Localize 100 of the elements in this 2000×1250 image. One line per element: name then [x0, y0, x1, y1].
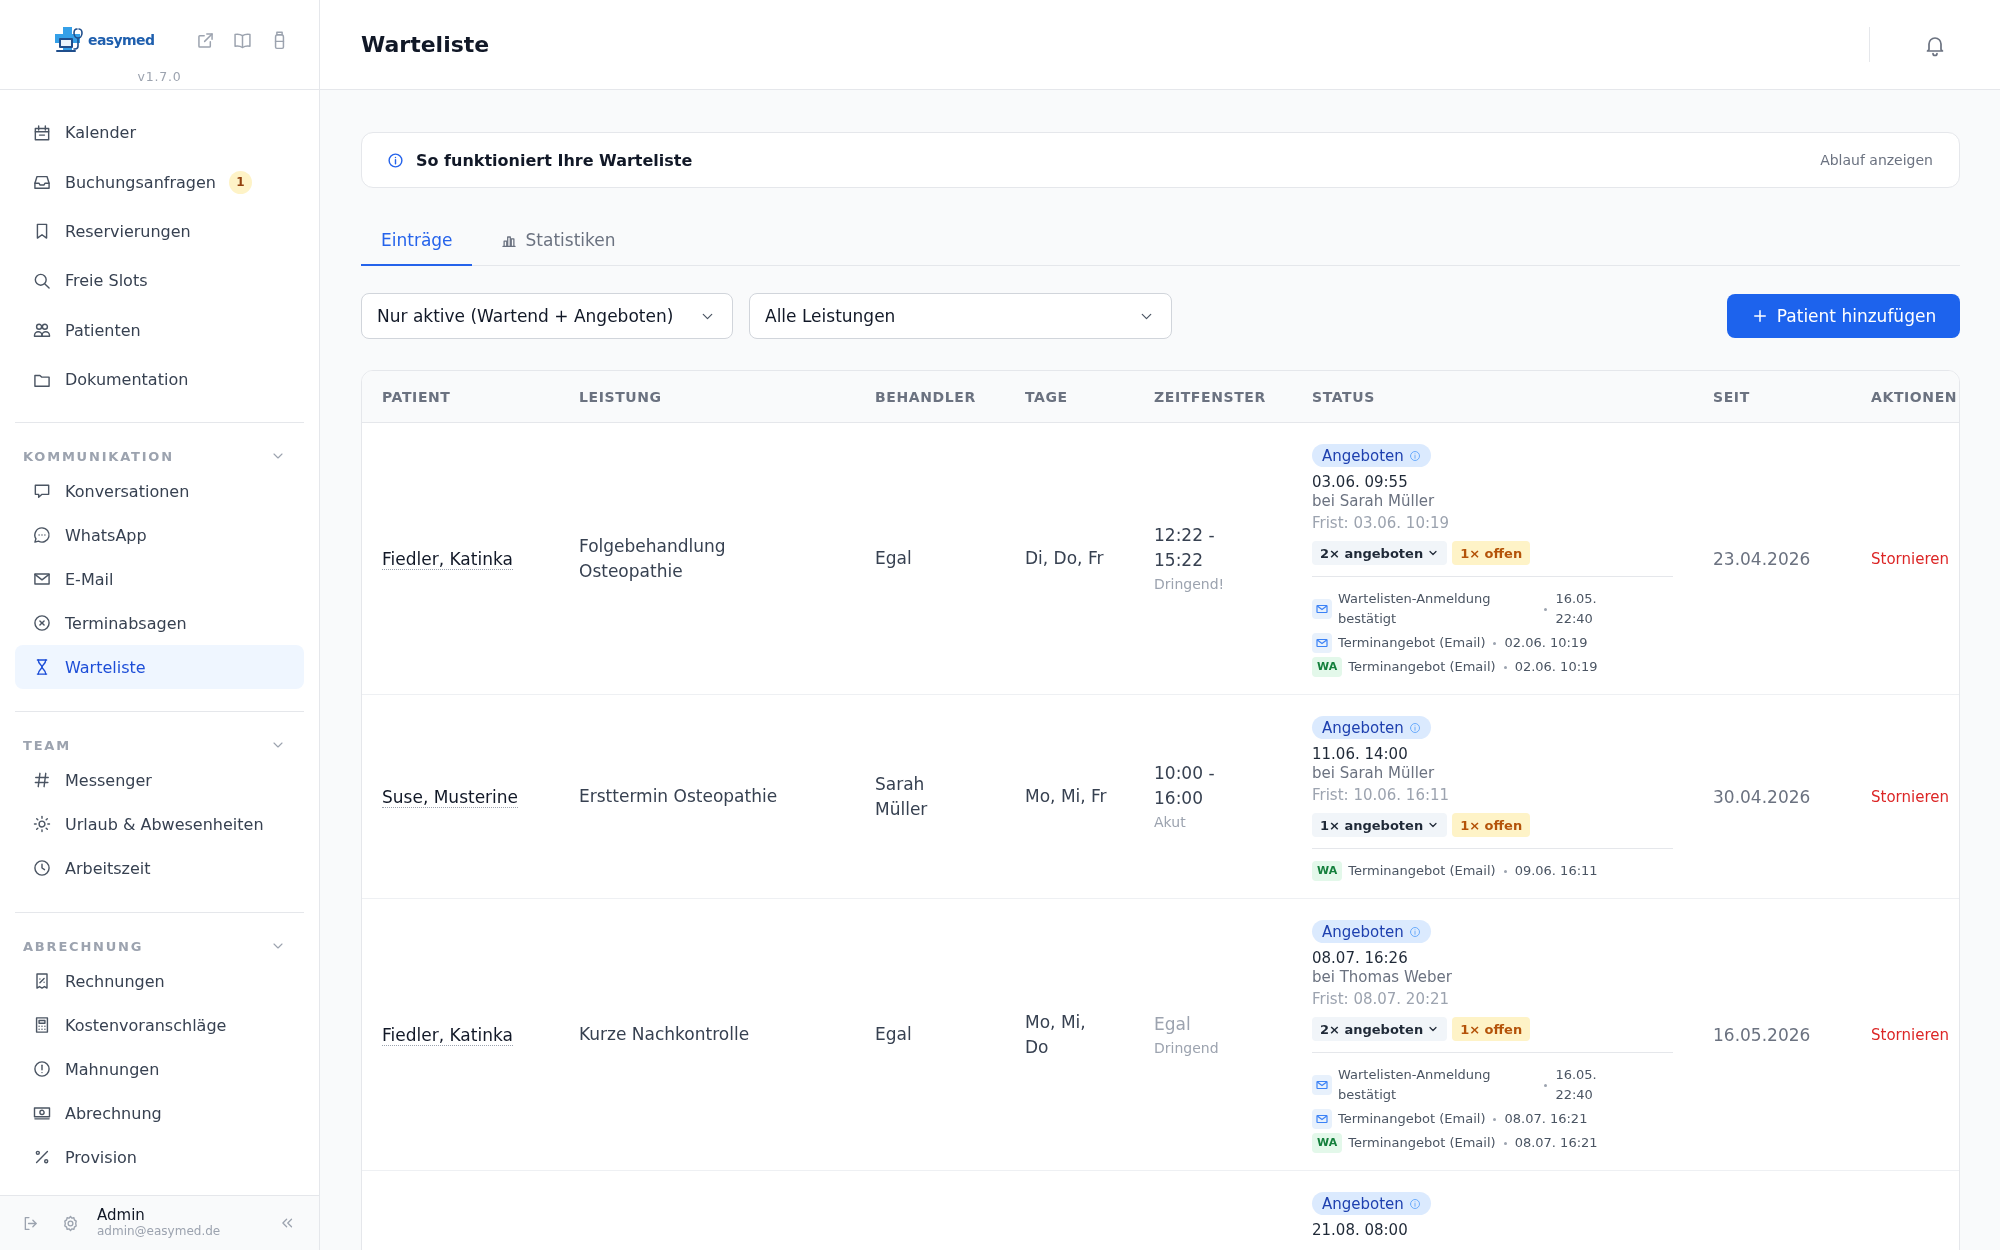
nav-item[interactable]: Arbeitszeit [15, 846, 304, 891]
column-header: BEHANDLER [875, 388, 976, 405]
x-circle-icon [32, 613, 52, 634]
exclamation-circle-icon [32, 1059, 52, 1080]
provider-name: Sarah Müller [875, 772, 929, 821]
open-count: 1× offen [1452, 541, 1531, 565]
section-title: KOMMUNIKATION [23, 448, 174, 464]
nav-item[interactable]: Konversationen [15, 469, 304, 514]
weekdays-text: Mo, Mi, Fr [1025, 785, 1107, 808]
nav-item[interactable]: Warteliste [15, 645, 304, 690]
section-title: TEAM [23, 737, 71, 753]
banner-title: So funktioniert Ihre Warteliste [416, 150, 693, 170]
status-text: Angeboten [1322, 922, 1404, 941]
channel-abbreviation: WA [1312, 657, 1343, 677]
status-text: Angeboten [1322, 446, 1404, 465]
message-time: 02.06. 10:19 [1504, 634, 1588, 652]
message-time: 08.07. 16:21 [1504, 1110, 1588, 1128]
service-name: Kurze Nachkontrolle [579, 1023, 750, 1046]
deadline-text: Frist: 03.06. 10:19 [1312, 514, 1450, 533]
nav-item[interactable]: Reservierungen [15, 206, 304, 257]
chat-dots-icon [32, 525, 52, 546]
column-header: PATIENT [382, 388, 451, 405]
page-title: Warteliste [361, 32, 490, 57]
nav-item[interactable]: WhatsApp [15, 513, 304, 558]
nav-item[interactable]: Buchungsanfragen 1 [15, 157, 304, 207]
status-text: Angeboten [1322, 718, 1404, 737]
nav-item[interactable]: Messenger [15, 758, 304, 803]
column-header: AKTIONEN [1871, 388, 1958, 405]
nav-item[interactable]: Kalender [15, 108, 304, 158]
service-name: Ersttermin Osteopathie [579, 785, 778, 808]
message-text: Wartelisten-Anmeldung bestätigt [1338, 590, 1492, 628]
tab[interactable]: Statistiken [479, 218, 635, 266]
envelope-icon [1312, 633, 1332, 653]
settings-icon[interactable] [61, 1213, 80, 1233]
patient-name[interactable]: Fiedler, Katinka [382, 1024, 513, 1046]
info-icon [1408, 449, 1421, 462]
nav-item[interactable]: Rechnungen [15, 959, 304, 1004]
show-process-link[interactable]: Ablauf anzeigen [1820, 152, 1933, 168]
message-text: Terminangebot (Email) [1348, 1134, 1496, 1152]
user-email: admin@easymed.de [97, 1224, 221, 1239]
info-icon [1408, 925, 1421, 938]
nav-item[interactable]: Terminabsagen [15, 601, 304, 646]
provider-name: Egal [875, 547, 912, 570]
deadline-text: Frist: 08.07. 20:21 [1312, 990, 1450, 1009]
cancel-link[interactable]: Stornieren [1871, 549, 1949, 568]
nav-item[interactable]: Mahnungen [15, 1047, 304, 1092]
calendar-icon [32, 122, 52, 143]
filter-select[interactable]: Alle Leistungen [749, 293, 1172, 339]
open-count: 1× offen [1452, 813, 1531, 837]
column-header: LEISTUNG [579, 388, 662, 405]
column-header: TAGE [1025, 388, 1068, 405]
nav-item[interactable]: Kostenvoranschläge [15, 1003, 304, 1048]
message-text: Terminangebot (Email) [1348, 658, 1496, 676]
cancel-link[interactable]: Stornieren [1871, 1025, 1949, 1044]
weekdays-text: Di, Do, Fr [1025, 547, 1104, 570]
offered-count-button[interactable]: 2× angeboten [1312, 1017, 1448, 1041]
urgency-label: Akut [1154, 813, 1186, 832]
message-time: 02.06. 10:19 [1514, 658, 1598, 676]
offered-count-button[interactable]: 2× angeboten [1312, 541, 1448, 565]
time-window: 10:00 - 16:00 [1154, 761, 1254, 811]
cancel-link[interactable]: Stornieren [1871, 787, 1949, 806]
nav-item[interactable]: Patienten [15, 305, 304, 355]
envelope-icon [1312, 1109, 1332, 1129]
nav-item[interactable]: Freie Slots [15, 256, 304, 306]
message-time: 08.07. 16:21 [1514, 1134, 1598, 1152]
deadline-text: Frist: 10.06. 16:11 [1312, 786, 1450, 805]
info-icon [387, 151, 404, 169]
time-window: 12:22 - 15:22 [1154, 523, 1254, 573]
message-text: Terminangebot (Email) [1348, 862, 1496, 880]
tab[interactable]: Einträge [361, 218, 472, 266]
nav-item[interactable]: Abrechnung [15, 1091, 304, 1136]
patient-name[interactable]: Suse, Musterine [382, 786, 519, 808]
service-name: Folgebehandlung Osteopathie [579, 534, 727, 583]
nav-item[interactable]: Dokumentation [15, 354, 304, 405]
nav-item[interactable]: Provision [15, 1135, 304, 1180]
since-date: 30.04.2026 [1713, 786, 1811, 807]
version-label: v1.7.0 [137, 69, 182, 84]
offer-time: 11.06. 14:00 [1312, 744, 1408, 764]
column-header: ZEITFENSTER [1154, 388, 1266, 405]
status-text: Angeboten [1322, 1194, 1404, 1213]
message-time: 16.05. 22:40 [1555, 590, 1598, 628]
since-date: 16.05.2026 [1713, 1024, 1811, 1045]
offered-count-button[interactable]: 1× angeboten [1312, 813, 1448, 837]
offer-time: 08.07. 16:26 [1312, 948, 1408, 968]
message-time: 16.05. 22:40 [1555, 1066, 1598, 1104]
nav-item[interactable]: E-Mail [15, 557, 304, 602]
nav-item[interactable]: Urlaub & Abwesenheiten [15, 802, 304, 847]
filter-select[interactable]: Nur aktive (Wartend + Angeboten) [361, 293, 733, 339]
weekdays-text: Mo, Mi, Do [1025, 1010, 1087, 1059]
offer-provider: bei Sarah Müller [1312, 492, 1435, 511]
column-header: STATUS [1312, 388, 1375, 405]
patient-name[interactable]: Fiedler, Katinka [382, 548, 513, 570]
message-text: Wartelisten-Anmeldung bestätigt [1338, 1066, 1492, 1104]
sun-icon [32, 814, 52, 835]
message-time: 09.06. 16:11 [1514, 862, 1598, 880]
add-patient-button[interactable]: Patient hinzufügen [1727, 294, 1960, 338]
user-name: Admin [97, 1207, 145, 1224]
since-date: 23.04.2026 [1713, 548, 1811, 569]
request-count: 1 [228, 170, 252, 194]
urgency-label: Dringend! [1154, 575, 1225, 594]
